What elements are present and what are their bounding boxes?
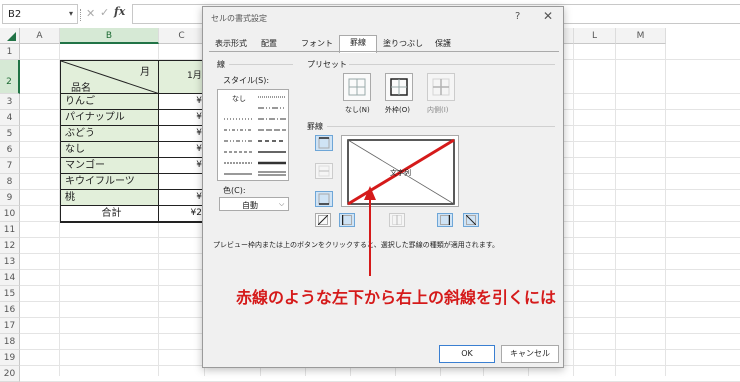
annotation-text: 赤線のような左下から右上の斜線を引くには: [236, 288, 557, 307]
annotation-arrow: [364, 186, 376, 276]
